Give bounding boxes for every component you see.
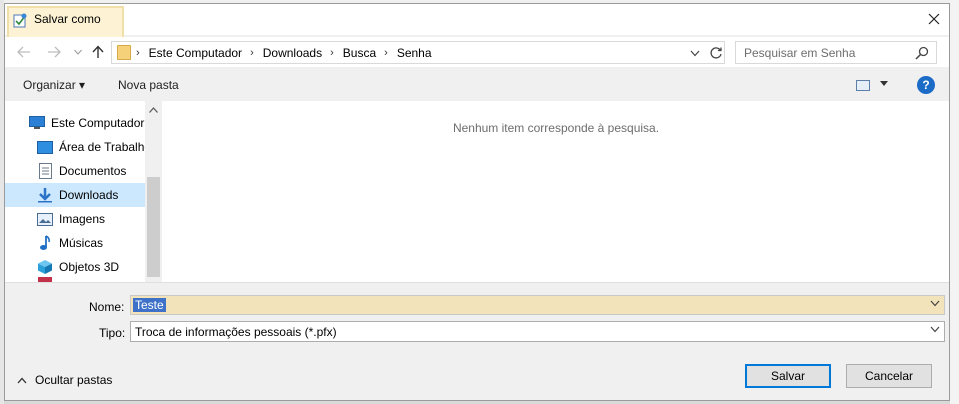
save-options-panel: Nome: Teste Tipo: Troca de informações p… bbox=[5, 282, 949, 400]
up-button[interactable] bbox=[89, 43, 107, 61]
search-placeholder: Pesquisar em Senha bbox=[744, 46, 856, 60]
search-input[interactable]: Pesquisar em Senha bbox=[735, 41, 937, 64]
downloads-icon bbox=[37, 187, 53, 203]
sidebar-item-images[interactable]: Imagens bbox=[37, 207, 105, 231]
sidebar-item-label: Área de Trabalho bbox=[59, 140, 152, 154]
chevron-up-icon bbox=[17, 377, 27, 383]
music-icon bbox=[37, 235, 53, 251]
save-button[interactable]: Salvar bbox=[745, 364, 831, 388]
view-options-dropdown[interactable] bbox=[880, 78, 888, 89]
title-bar: Salvar como bbox=[5, 4, 949, 40]
up-arrow-icon bbox=[92, 45, 104, 58]
navigation-bar: › Este Computador › Downloads › Busca › … bbox=[5, 37, 949, 67]
hide-folders-button[interactable]: Ocultar pastas bbox=[17, 373, 112, 387]
sidebar-item-music[interactable]: Músicas bbox=[37, 231, 103, 255]
type-label: Tipo: bbox=[99, 326, 126, 340]
file-list-pane[interactable]: Nenhum item corresponde à pesquisa. bbox=[163, 101, 949, 282]
navigation-pane: Este Computador Área de Trabalho Documen… bbox=[5, 101, 163, 282]
sidebar-item-3d-objects[interactable]: Objetos 3D bbox=[37, 255, 119, 279]
file-type-value: Troca de informações pessoais (*.pfx) bbox=[135, 325, 337, 339]
documents-icon bbox=[37, 163, 53, 179]
chevron-down-icon bbox=[690, 50, 700, 57]
breadcrumb-separator: › bbox=[250, 47, 254, 59]
cancel-button[interactable]: Cancelar bbox=[846, 364, 932, 388]
sidebar-item-label: Documentos bbox=[59, 164, 127, 178]
back-arrow-icon bbox=[17, 46, 30, 58]
close-icon bbox=[928, 13, 940, 25]
breadcrumb-item-senha[interactable]: Senha bbox=[397, 46, 432, 60]
sidebar-item-label: Objetos 3D bbox=[59, 260, 120, 274]
empty-results-message: Nenhum item corresponde à pesquisa. bbox=[452, 121, 660, 135]
scrollbar-thumb[interactable] bbox=[147, 177, 160, 277]
new-folder-button[interactable]: Nova pasta bbox=[118, 78, 179, 92]
back-button[interactable] bbox=[15, 43, 33, 61]
file-type-select[interactable]: Troca de informações pessoais (*.pfx) bbox=[130, 321, 945, 342]
navigation-scrollbar[interactable] bbox=[145, 101, 162, 282]
name-label: Nome: bbox=[89, 300, 125, 314]
recent-locations-button[interactable] bbox=[69, 43, 87, 61]
filename-dropdown[interactable] bbox=[930, 299, 940, 310]
save-dialog-icon bbox=[13, 13, 27, 28]
breadcrumb-separator: › bbox=[384, 47, 388, 59]
images-icon bbox=[37, 211, 53, 227]
file-type-dropdown[interactable] bbox=[930, 325, 940, 336]
close-button[interactable] bbox=[921, 8, 947, 30]
filename-value: Teste bbox=[133, 298, 166, 312]
scroll-up-button[interactable] bbox=[149, 105, 158, 116]
folder-icon bbox=[117, 45, 131, 60]
chevron-up-icon bbox=[149, 107, 158, 113]
organize-button[interactable]: Organizar ▾ bbox=[23, 78, 85, 92]
breadcrumb-item-downloads[interactable]: Downloads bbox=[263, 46, 322, 60]
sidebar-item-label: Este Computador bbox=[51, 116, 145, 130]
3d-objects-icon bbox=[37, 259, 53, 275]
breadcrumb-separator: › bbox=[330, 47, 334, 59]
search-icon[interactable] bbox=[914, 45, 930, 61]
help-icon[interactable]: ? bbox=[917, 76, 935, 94]
chevron-down-icon bbox=[930, 326, 940, 333]
chevron-down-icon bbox=[74, 49, 82, 55]
breadcrumb-separator: › bbox=[136, 47, 140, 59]
desktop-icon bbox=[37, 139, 53, 155]
sidebar-item-downloads[interactable]: Downloads bbox=[5, 183, 145, 207]
sidebar-item-documents[interactable]: Documentos bbox=[37, 159, 126, 183]
background-right bbox=[950, 0, 959, 404]
filename-input[interactable]: Teste bbox=[130, 295, 945, 315]
computer-icon bbox=[29, 115, 45, 131]
sidebar-item-desktop[interactable]: Área de Trabalho bbox=[37, 135, 151, 159]
save-as-dialog: Salvar como › Este Computador › Download… bbox=[4, 3, 950, 401]
chevron-down-icon bbox=[930, 300, 940, 307]
window-title: Salvar como bbox=[34, 12, 101, 26]
breadcrumb-item-busca[interactable]: Busca bbox=[343, 46, 376, 60]
sidebar-item-label: Imagens bbox=[59, 212, 106, 226]
view-options-icon[interactable] bbox=[856, 80, 870, 91]
address-history-button[interactable] bbox=[690, 48, 700, 60]
hide-folders-label: Ocultar pastas bbox=[35, 373, 113, 387]
sidebar-item-label: Downloads bbox=[59, 188, 119, 202]
breadcrumb: › Este Computador › Downloads › Busca › … bbox=[136, 46, 432, 60]
breadcrumb-item-computer[interactable]: Este Computador bbox=[149, 46, 242, 60]
refresh-icon[interactable] bbox=[708, 45, 724, 61]
forward-button[interactable] bbox=[45, 43, 63, 61]
address-bar[interactable]: › Este Computador › Downloads › Busca › … bbox=[111, 41, 725, 64]
caret-down-icon bbox=[880, 81, 888, 86]
command-toolbar: Organizar ▾ Nova pasta ? bbox=[5, 70, 949, 100]
sidebar-item-label: Músicas bbox=[59, 236, 104, 250]
forward-arrow-icon bbox=[48, 46, 61, 58]
sidebar-item-computer[interactable]: Este Computador bbox=[29, 111, 144, 135]
